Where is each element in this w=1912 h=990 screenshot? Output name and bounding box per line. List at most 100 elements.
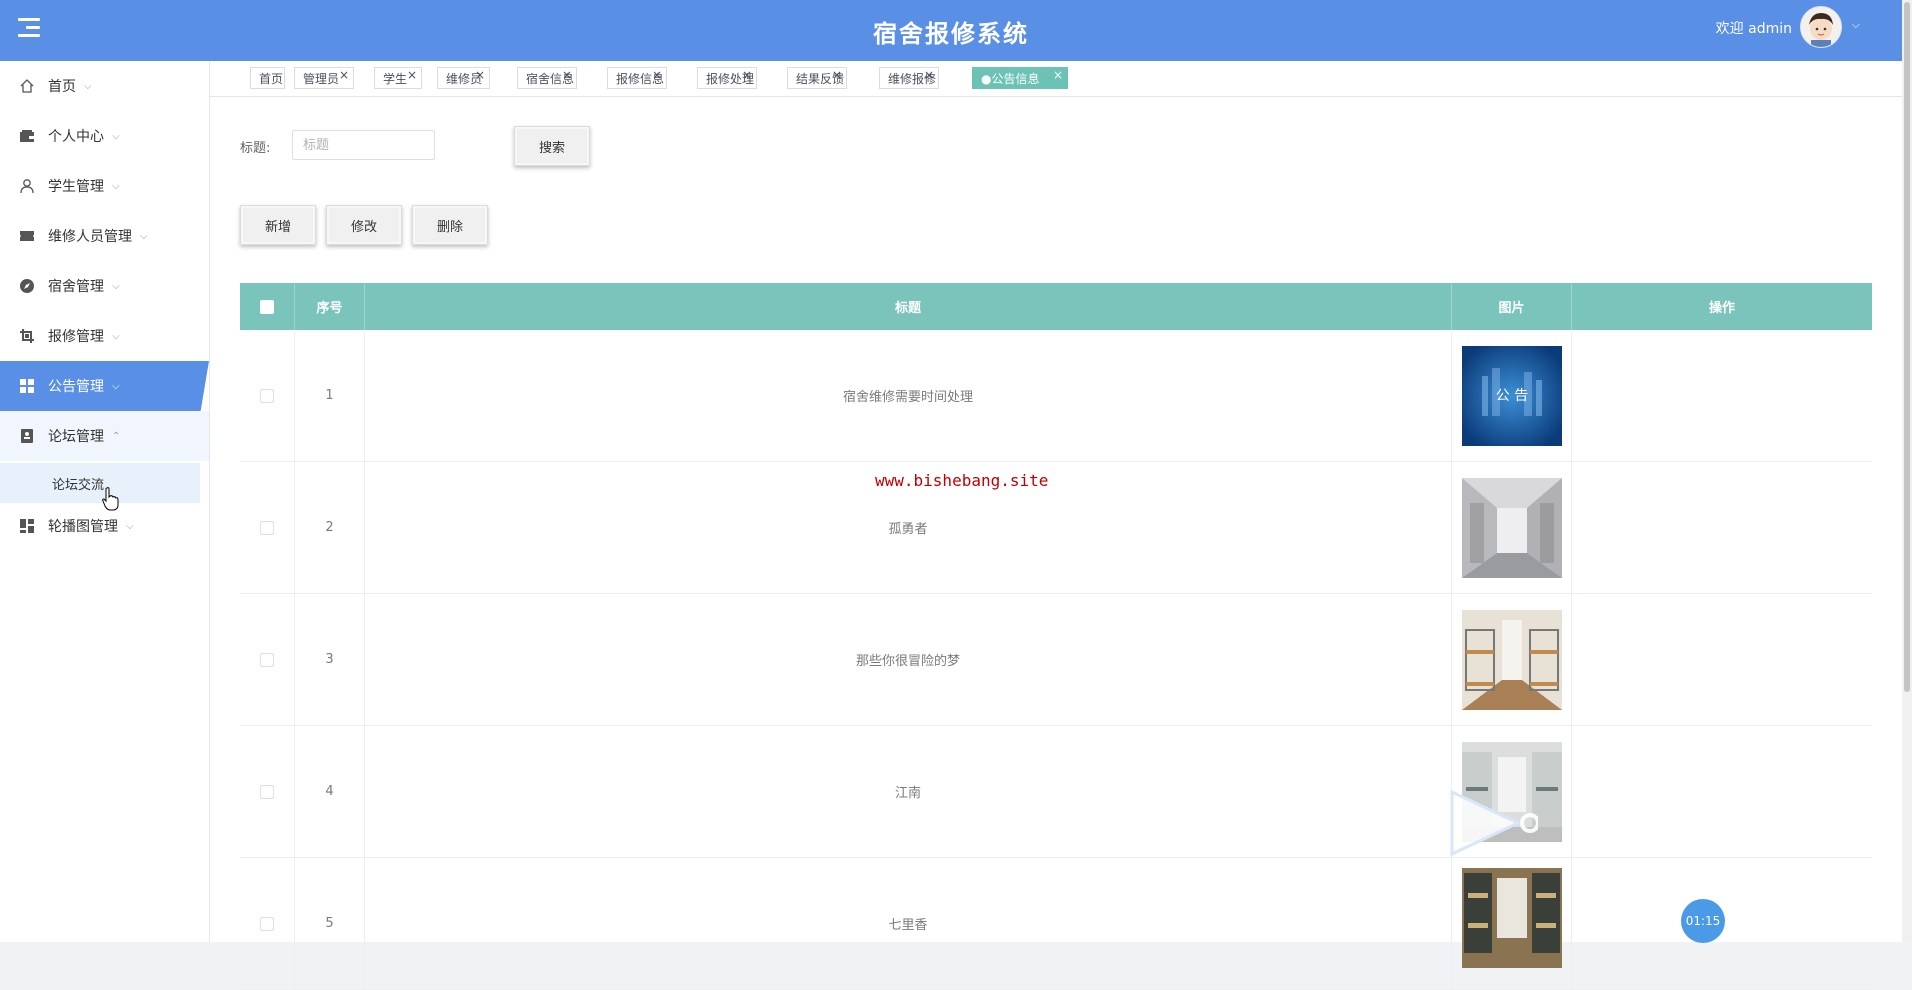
chevron-down-icon: ⌵ [84,80,92,92]
row-image-cell [1452,594,1572,725]
tab-students[interactable]: 学生 × [374,67,422,89]
row-index: 4 [295,726,365,857]
sidebar-item-forum[interactable]: 论坛管理 ⌃ [0,411,209,461]
close-icon[interactable]: × [475,64,485,86]
dorm-hallway-image [1461,477,1562,578]
tab-repairers[interactable]: 维修员 × [437,67,490,89]
row-index: 1 [295,330,365,461]
header-index: 序号 [295,283,365,330]
sidebar-subitem-label: 论坛交流 [52,477,105,493]
sidebar-item-label: 公告管理 [48,379,104,395]
tab-maintenance-report[interactable]: 维修报修 × [879,67,939,89]
edit-button[interactable]: 修改 [326,205,402,245]
page-scrollbar[interactable] [1902,0,1912,942]
select-all-checkbox[interactable] [260,299,274,314]
sidebar-item-repairers[interactable]: 维修人员管理 ⌵ [0,211,209,261]
row-select-cell [240,462,295,593]
close-icon[interactable]: × [339,64,349,86]
sidebar-item-label: 论坛管理 [48,429,104,445]
close-icon[interactable]: × [652,64,662,86]
row-ops [1572,594,1872,725]
chevron-up-icon: ⌃ [112,430,121,442]
chevron-down-icon: ⌵ [112,180,120,192]
sidebar-item-dorms[interactable]: 宿舍管理 ⌵ [0,261,209,311]
close-icon[interactable]: × [832,64,842,86]
tabs-bar: 首页 管理员 × 学生 × 维修员 × 宿舍信息 × 报修信息 × 报修处理 × 结果反馈 ×… [210,61,1902,97]
ticket-icon [18,227,36,245]
sidebar-item-students[interactable]: 学生管理 ⌵ [0,161,209,211]
row-image-cell [1452,462,1572,593]
watermark-text: www.bishebang.site [875,471,1049,490]
tab-admins[interactable]: 管理员 × [294,67,354,89]
row-title: 七里香 [365,858,1452,989]
user-dropdown-icon[interactable]: ⌵ [1852,18,1860,32]
compass-icon [18,277,36,295]
row-checkbox[interactable] [260,388,274,403]
header-image: 图片 [1452,283,1572,330]
row-checkbox[interactable] [260,652,274,667]
delete-button[interactable]: 删除 [412,205,488,245]
row-index: 3 [295,594,365,725]
svg-text:公 告: 公 告 [1495,388,1527,404]
chevron-down-icon: ⌵ [112,330,120,342]
crop-icon [18,327,36,345]
tab-home[interactable]: 首页 [250,67,285,89]
table-row[interactable]: 5 七里香 [240,858,1872,990]
table-row[interactable]: 3 那些你很冒险的梦 [240,594,1872,726]
close-icon[interactable]: × [407,64,417,86]
video-timer-badge: 01:15 [1681,899,1725,943]
close-icon[interactable]: × [924,64,934,86]
search-label: 标题: [240,141,271,156]
search-button[interactable]: 搜索 [514,126,590,166]
row-index: 5 [295,858,365,989]
row-title: 那些你很冒险的梦 [365,594,1452,725]
scrollbar-thumb[interactable] [1904,2,1910,692]
close-icon[interactable]: × [1053,64,1063,86]
add-button[interactable]: 新增 [240,205,316,245]
row-title: 宿舍维修需要时间处理 [365,330,1452,461]
header-ops: 操作 [1708,301,1735,316]
sidebar-item-repairs[interactable]: 报修管理 ⌵ [0,311,209,361]
sidebar-item-label: 首页 [48,79,76,95]
dashboard-icon [18,517,36,535]
row-checkbox[interactable] [260,916,274,931]
sidebar-item-profile[interactable]: 个人中心 ⌵ [0,111,209,161]
sidebar-item-notices[interactable]: 公告管理 ⌵ [0,361,209,411]
table-header: 序号 标题 图片 操作 [240,283,1872,330]
chevron-down-icon: ⌵ [140,230,148,242]
row-select-cell [240,330,295,461]
tab-label: ●公告信息 [981,72,1040,86]
row-image-cell [1452,858,1572,989]
dorm-bunk-image [1461,609,1562,710]
chevron-down-icon: ⌵ [112,380,120,392]
home-icon [18,77,36,95]
sidebar-item-home[interactable]: 首页 ⌵ [0,61,209,111]
table-row[interactable]: 4 江南 [240,726,1872,858]
row-title: 江南 [365,726,1452,857]
app-title: 宿舍报修系统 [873,20,1029,48]
sidebar-item-label: 报修管理 [48,329,104,345]
tab-repair-processing[interactable]: 报修处理 × [697,67,757,89]
sidebar-subitem-forum-exchange[interactable]: 论坛交流 [0,463,200,503]
title-search-input[interactable] [292,130,435,160]
avatar[interactable] [1800,6,1842,48]
close-icon[interactable]: × [562,64,572,86]
tab-dorm-info[interactable]: 宿舍信息 × [517,67,577,89]
play-icon[interactable] [1448,788,1538,858]
row-ops [1572,330,1872,461]
tab-label: 学生 [383,72,408,86]
notebook-icon [18,427,36,445]
row-ops [1572,726,1872,857]
row-index: 2 [295,462,365,593]
row-checkbox[interactable] [260,520,274,535]
tab-result-feedback[interactable]: 结果反馈 × [787,67,847,89]
close-icon[interactable]: × [742,64,752,86]
row-select-cell [240,858,295,989]
table-row[interactable]: 1 宿舍维修需要时间处理 公 告 [240,330,1872,462]
row-select-cell [240,594,295,725]
row-select-cell [240,726,295,857]
tab-repair-info[interactable]: 报修信息 × [607,67,667,89]
row-checkbox[interactable] [260,784,274,799]
table-row[interactable]: 2 孤勇者 [240,462,1872,594]
tab-notice-info[interactable]: ●公告信息 × [972,67,1068,89]
